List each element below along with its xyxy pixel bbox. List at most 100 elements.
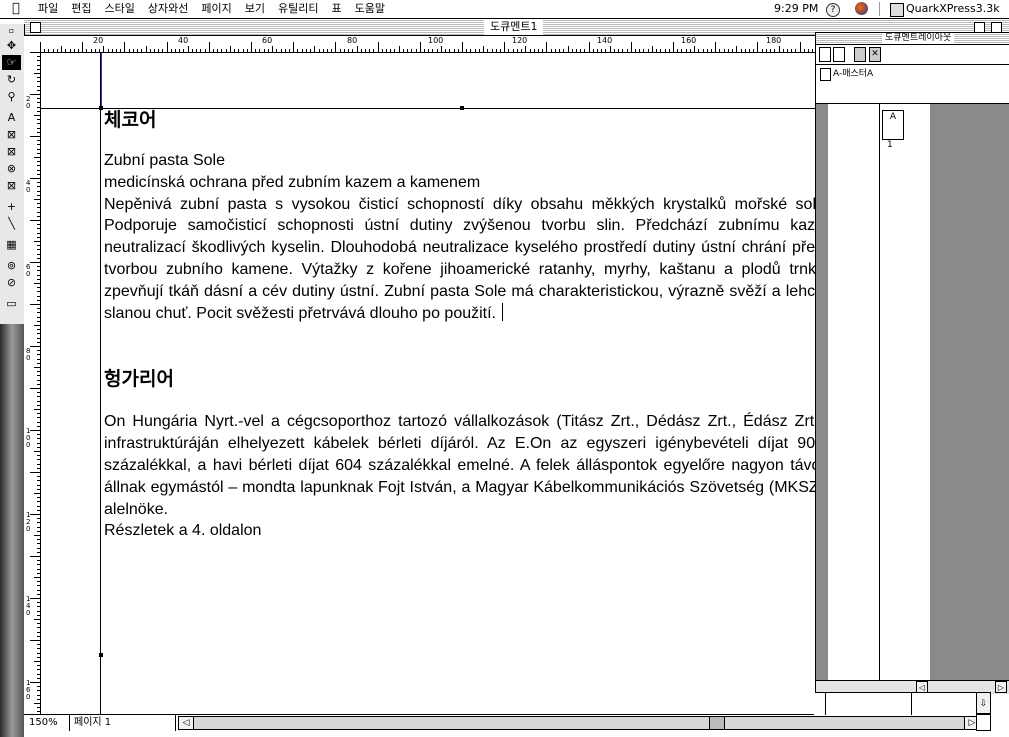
ruler-tick bbox=[34, 199, 40, 200]
master-page-icon[interactable] bbox=[820, 68, 831, 81]
polygon-picture-tool-icon[interactable]: ⊠ bbox=[2, 178, 21, 193]
browser-icon[interactable] bbox=[855, 2, 868, 15]
ruler-tick bbox=[37, 312, 40, 314]
ruler-tick bbox=[120, 49, 122, 52]
ruler-tick bbox=[37, 488, 40, 490]
ruler-tick bbox=[575, 49, 577, 52]
scroll-left-icon[interactable]: ◁ bbox=[179, 717, 194, 729]
menu-file[interactable]: 파일 bbox=[38, 0, 58, 18]
table-tool-icon[interactable]: ▦ bbox=[2, 237, 21, 252]
ruler-tick bbox=[386, 49, 388, 52]
facing-page-icon[interactable] bbox=[833, 47, 845, 62]
orthogonal-line-tool-icon[interactable]: + bbox=[2, 199, 21, 214]
text-box[interactable]: 체코어 Zubní pasta Sole medicínská ochrana … bbox=[104, 106, 815, 542]
ruler-tick bbox=[37, 60, 40, 62]
palette-close-icon[interactable]: ▫ bbox=[2, 26, 21, 36]
line-tool-icon[interactable]: ╲ bbox=[2, 216, 21, 231]
page-field[interactable]: 페이지 1 bbox=[72, 715, 176, 731]
single-page-icon[interactable] bbox=[819, 47, 831, 62]
help-icon[interactable]: ? bbox=[826, 3, 840, 17]
ruler-tick bbox=[37, 455, 40, 457]
duplicate-page-icon[interactable] bbox=[854, 47, 866, 62]
zoom-tool-icon[interactable]: ⚲ bbox=[2, 89, 21, 104]
horizontal-ruler[interactable]: 20 40 60 80 100 120 140 160 180 bbox=[40, 36, 815, 53]
master-page-label[interactable]: A-매스터A bbox=[833, 68, 873, 80]
ruler-tick bbox=[529, 49, 531, 52]
document-page[interactable]: 체코어 Zubní pasta Sole medicínská ochrana … bbox=[41, 53, 815, 714]
ruler-tick bbox=[37, 593, 40, 595]
ruler-tick bbox=[37, 333, 40, 335]
ruler-tick bbox=[37, 350, 40, 352]
ruler-tick bbox=[30, 682, 40, 683]
page-thumbnail[interactable]: A bbox=[882, 110, 904, 140]
ruler-tick bbox=[37, 257, 40, 259]
ruler-label: 140 bbox=[597, 36, 613, 45]
resize-handle[interactable] bbox=[99, 653, 103, 657]
resize-handle[interactable] bbox=[99, 106, 103, 110]
ruler-tick bbox=[656, 49, 658, 52]
delete-page-icon[interactable]: ✕ bbox=[869, 47, 881, 62]
scroll-right-icon[interactable]: ▷ bbox=[995, 681, 1007, 693]
ruler-tick bbox=[115, 49, 117, 52]
ruler-tick bbox=[77, 49, 79, 52]
menu-view[interactable]: 보기 bbox=[245, 0, 265, 18]
application-menu[interactable]: QuarkXPress3.3k bbox=[906, 0, 1000, 18]
ruler-tick bbox=[37, 539, 40, 541]
menu-clock[interactable]: 9:29 PM bbox=[774, 0, 818, 18]
horizontal-scrollbar[interactable]: ◁ ▷ bbox=[178, 716, 980, 730]
rotation-tool-icon[interactable]: ↻ bbox=[2, 72, 21, 87]
zoom-field[interactable]: 150% bbox=[26, 715, 70, 731]
ruler-label: 1 0 0 bbox=[26, 427, 31, 449]
menu-table[interactable]: 표 bbox=[331, 0, 341, 18]
close-box[interactable] bbox=[30, 22, 41, 33]
ruler-label: 120 bbox=[512, 36, 528, 45]
ruler-tick bbox=[34, 325, 40, 326]
menu-style[interactable]: 스타일 bbox=[105, 0, 135, 18]
rounded-picture-tool-icon[interactable]: ⊠ bbox=[2, 144, 21, 159]
menu-edit[interactable]: 편집 bbox=[71, 0, 91, 18]
menu-page[interactable]: 페이지 bbox=[201, 0, 231, 18]
ruler-tick bbox=[37, 484, 40, 486]
content-tool-icon[interactable]: ☞ bbox=[2, 55, 21, 70]
ruler-tick bbox=[37, 669, 40, 671]
ruler-tick bbox=[457, 49, 459, 52]
ruler-tick bbox=[305, 49, 307, 52]
linking-tool-icon[interactable]: ⊚ bbox=[2, 258, 21, 273]
ruler-tick bbox=[37, 509, 40, 511]
ruler-tick bbox=[394, 49, 396, 52]
ruler-tick bbox=[179, 49, 181, 52]
unlinking-tool-icon[interactable]: ⊘ bbox=[2, 275, 21, 290]
ruler-tick bbox=[550, 49, 552, 52]
margin-guide bbox=[101, 53, 102, 108]
ruler-tick bbox=[37, 677, 40, 679]
ruler-tick bbox=[37, 236, 40, 238]
ruler-tick bbox=[293, 42, 295, 52]
ruler-tick bbox=[462, 42, 463, 52]
ruler-tick bbox=[436, 49, 438, 52]
ruler-tick bbox=[664, 49, 666, 52]
scroll-down-icon[interactable]: ⇩ bbox=[976, 692, 991, 714]
menu-utilities[interactable]: 유틸리티 bbox=[278, 0, 318, 18]
rect-picture-tool-icon[interactable]: ⊠ bbox=[2, 127, 21, 142]
ruler-tick bbox=[37, 392, 40, 394]
ruler-tick bbox=[445, 49, 447, 52]
ruler-tick bbox=[30, 640, 40, 641]
ruler-tick bbox=[37, 438, 40, 440]
ruler-tick bbox=[56, 49, 58, 52]
ruler-origin[interactable] bbox=[24, 36, 41, 53]
ruler-tick bbox=[37, 182, 40, 184]
apple-icon[interactable]:  bbox=[12, 0, 20, 18]
text-box-tool-icon[interactable]: A bbox=[2, 110, 21, 125]
ruler-tick bbox=[499, 49, 501, 52]
ruler-tick bbox=[571, 49, 573, 52]
scroll-thumb[interactable] bbox=[709, 717, 725, 729]
menu-item[interactable]: 상자와선 bbox=[148, 0, 188, 18]
oval-picture-tool-icon[interactable]: ⊗ bbox=[2, 161, 21, 176]
resize-box[interactable] bbox=[976, 714, 991, 731]
quark-app-icon[interactable] bbox=[890, 3, 904, 17]
item-tool-icon[interactable]: ✥ bbox=[2, 38, 21, 53]
vertical-ruler[interactable]: 2 0 4 0 6 0 8 0 1 0 0 1 2 0 1 4 0 1 6 0 bbox=[24, 52, 41, 714]
menu-help[interactable]: 도움말 bbox=[355, 0, 385, 18]
palette-titlebar[interactable]: 도큐멘트레이아웃 bbox=[816, 33, 1009, 45]
ruler-tick bbox=[761, 49, 763, 52]
